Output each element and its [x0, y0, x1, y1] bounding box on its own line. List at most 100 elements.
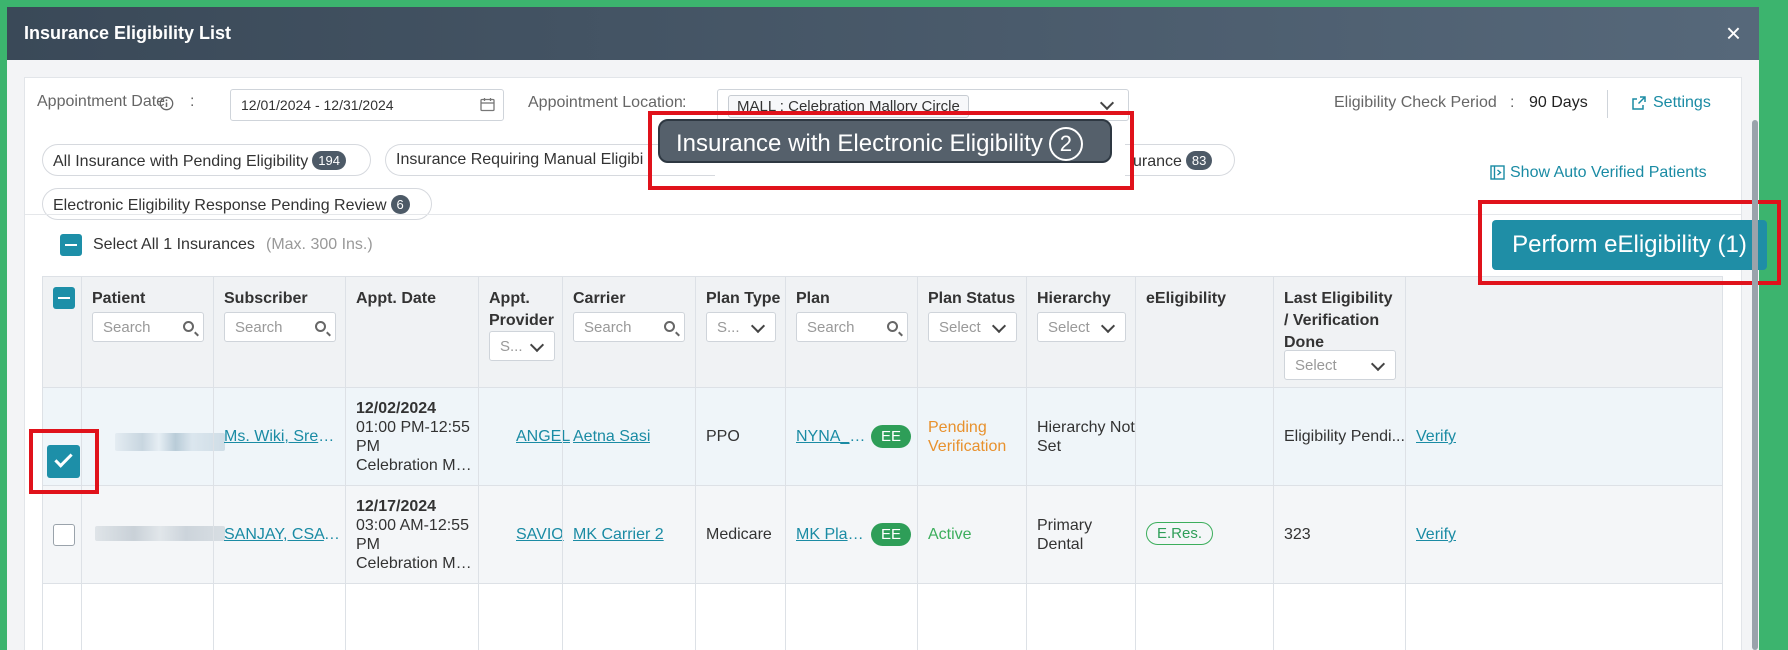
plan-type-select[interactable]: S... — [706, 312, 776, 342]
hierarchy-line2: Set — [1037, 438, 1062, 455]
plan-link[interactable]: NYNA_P... — [796, 426, 866, 448]
last-eligibility-select[interactable]: Select — [1284, 350, 1396, 380]
header-appt-date[interactable]: Appt. Date — [356, 288, 436, 310]
search-icon — [887, 321, 898, 332]
column-divider — [917, 276, 918, 650]
auto-verified-icon[interactable] — [1490, 165, 1505, 180]
eresponse-badge[interactable]: E.Res. — [1146, 522, 1214, 545]
appointment-location-label: Appointment Location — [528, 94, 683, 111]
hierarchy-select[interactable]: Select — [1037, 312, 1126, 342]
patient-name-blurred — [95, 526, 225, 541]
close-icon[interactable]: × — [1726, 20, 1741, 46]
search-placeholder: Search — [807, 319, 855, 336]
header-plan-type[interactable]: Plan Type — [706, 288, 780, 310]
search-placeholder: Search — [584, 319, 632, 336]
header-select-checkbox[interactable] — [53, 287, 75, 309]
eligibility-check-period-value: 90 Days — [1529, 94, 1588, 111]
hierarchy-line2: Dental — [1037, 536, 1084, 553]
appointment-date-colon: : — [190, 93, 195, 110]
header-subscriber[interactable]: Subscriber — [224, 288, 308, 310]
carrier-link[interactable]: Aetna Sasi — [573, 426, 650, 448]
header-last-eligibility[interactable]: Last Eligibility / Verification Done — [1284, 288, 1400, 354]
header-carrier[interactable]: Carrier — [573, 288, 625, 310]
select-all-checkbox[interactable] — [60, 234, 82, 256]
appt-location: Celebration Mal... — [356, 555, 473, 572]
chevron-down-icon — [750, 318, 766, 334]
plan-status-line2: Verification — [928, 438, 1007, 455]
select-placeholder: S... — [717, 319, 740, 336]
subscriber-link[interactable]: SANJAY, CSA D... — [224, 524, 341, 546]
tab-count-badge: 6 — [390, 195, 410, 214]
info-icon[interactable] — [159, 96, 174, 111]
highlight-box — [29, 429, 99, 494]
plan-link[interactable]: MK Plan ... — [796, 524, 866, 546]
column-divider — [1026, 276, 1027, 650]
tab-count-badge: 194 — [312, 151, 346, 170]
external-link-icon[interactable] — [1631, 95, 1647, 111]
eligibility-check-period-label: Eligibility Check Period — [1334, 94, 1497, 111]
select-placeholder: Select — [1295, 357, 1337, 374]
header-patient[interactable]: Patient — [92, 288, 145, 310]
subscriber-search-input[interactable]: Search — [224, 312, 336, 342]
appointment-date-input[interactable]: 12/01/2024 - 12/31/2024 — [230, 89, 504, 121]
header-plan[interactable]: Plan — [796, 288, 830, 310]
column-divider — [1273, 276, 1274, 650]
ee-badge: EE — [871, 523, 912, 546]
last-eligibility: 323 — [1284, 526, 1311, 543]
chevron-down-icon — [1100, 318, 1116, 334]
tab-other-insurance[interactable]: urance 83 — [1125, 144, 1235, 176]
column-divider — [478, 276, 479, 650]
tab-count-badge: 83 — [1185, 151, 1213, 170]
insurance-eligibility-modal: Insurance Eligibility List × Appointment… — [7, 7, 1759, 650]
plan-status-select[interactable]: Select — [928, 312, 1017, 342]
header-hierarchy[interactable]: Hierarchy — [1037, 288, 1111, 310]
header-appt-provider[interactable]: Appt. Provider — [489, 288, 555, 332]
select-all-label: Select All 1 Insurances — [93, 236, 255, 253]
select-placeholder: S... — [500, 338, 523, 355]
appt-location: Celebration Mal... — [356, 457, 473, 474]
column-divider — [785, 276, 786, 650]
scrollbar[interactable] — [1752, 120, 1758, 650]
highlight-box — [648, 111, 1134, 190]
column-divider — [1135, 276, 1136, 650]
header-plan-status[interactable]: Plan Status — [928, 288, 1015, 310]
subscriber-link[interactable]: Ms. Wiki, Sreejit... — [224, 426, 341, 448]
row-checkbox[interactable] — [53, 524, 75, 546]
tab-all-pending[interactable]: All Insurance with Pending Eligibility 19… — [42, 144, 371, 176]
verify-link[interactable]: Verify — [1416, 426, 1456, 448]
select-placeholder: Select — [1048, 319, 1090, 336]
tab-response-pending-review[interactable]: Electronic Eligibility Response Pending … — [42, 188, 432, 220]
plan-type: Medicare — [706, 526, 772, 543]
carrier-link[interactable]: MK Carrier 2 — [573, 524, 664, 546]
appointment-date-value: 12/01/2024 - 12/31/2024 — [241, 97, 394, 113]
highlight-box — [1478, 200, 1781, 285]
verify-link[interactable]: Verify — [1416, 524, 1456, 546]
modal-header: Insurance Eligibility List × — [7, 7, 1759, 60]
plan-type: PPO — [706, 428, 740, 445]
table-row: SANJAY, CSA D... 12/17/2024 03:00 AM-12:… — [43, 486, 1722, 584]
last-eligibility: Eligibility Pendi... — [1284, 428, 1405, 445]
eligibility-table: Ms. Wiki, Sreejit... 12/02/2024 01:00 PM… — [42, 276, 1723, 650]
settings-link[interactable]: Settings — [1653, 94, 1711, 112]
tab-label: Insurance Requiring Manual Eligibi — [396, 151, 644, 168]
column-divider — [695, 276, 696, 650]
search-placeholder: Search — [103, 319, 151, 336]
calendar-icon[interactable] — [480, 97, 495, 112]
provider-link[interactable]: SAVIO — [516, 524, 564, 546]
carrier-search-input[interactable]: Search — [573, 312, 685, 342]
ee-badge: EE — [871, 425, 912, 448]
column-divider — [562, 276, 563, 650]
plan-search-input[interactable]: Search — [796, 312, 908, 342]
chevron-down-icon — [1370, 356, 1386, 372]
patient-name-blurred — [115, 433, 225, 451]
search-icon — [183, 321, 194, 332]
column-divider — [1405, 276, 1406, 650]
show-auto-verified-link[interactable]: Show Auto Verified Patients — [1510, 164, 1707, 182]
modal-title: Insurance Eligibility List — [24, 23, 232, 43]
search-icon — [664, 321, 675, 332]
table-row: Ms. Wiki, Sreejit... 12/02/2024 01:00 PM… — [43, 388, 1722, 486]
provider-select[interactable]: S... — [489, 331, 555, 361]
patient-search-input[interactable]: Search — [92, 312, 204, 342]
header-eeligibility[interactable]: eEligibility — [1146, 288, 1226, 310]
search-icon — [315, 321, 326, 332]
